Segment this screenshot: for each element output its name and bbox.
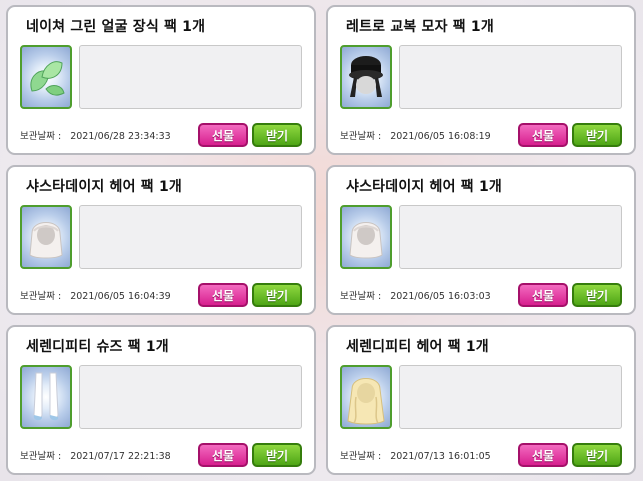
gift-button[interactable]: 선물: [198, 443, 248, 467]
storage-date-value: 2021/06/28 23:34:33: [70, 131, 171, 142]
item-icon-frame: [20, 365, 72, 429]
storage-date: 보관날짜 : 2021/06/05 16:08:19: [340, 128, 491, 142]
item-icon-frame: [20, 205, 72, 269]
storage-date: 보관날짜 : 2021/06/05 16:03:03: [340, 288, 491, 302]
item-icon-frame: [20, 45, 72, 109]
gift-button[interactable]: 선물: [198, 123, 248, 147]
item-description-box: [399, 205, 622, 269]
item-description-box: [399, 365, 622, 429]
white-hair-icon: [349, 222, 383, 259]
item-card: 네이쳐 그린 얼굴 장식 팩 1개 보관날짜 : 2021/06/28 23:3…: [6, 5, 316, 155]
item-name: 샤스타데이지 헤어 팩 1개: [346, 179, 502, 195]
gift-button[interactable]: 선물: [198, 283, 248, 307]
storage-date-value: 2021/06/05 16:04:39: [70, 291, 171, 302]
item-name: 샤스타데이지 헤어 팩 1개: [26, 179, 182, 195]
item-name: 세렌디피티 슈즈 팩 1개: [26, 339, 169, 355]
item-card: 샤스타데이지 헤어 팩 1개 보관날짜 : 2021/06/05 16:04:3…: [6, 165, 316, 315]
item-description-box: [399, 45, 622, 109]
item-description-box: [79, 45, 302, 109]
storage-date: 보관날짜 : 2021/06/28 23:34:33: [20, 128, 171, 142]
storage-date-value: 2021/06/05 16:08:19: [390, 131, 491, 142]
storage-date-label: 보관날짜 :: [20, 131, 62, 142]
storage-date-label: 보관날짜 :: [340, 291, 382, 302]
item-description-box: [79, 205, 302, 269]
storage-date: 보관날짜 : 2021/07/13 16:01:05: [340, 448, 491, 462]
item-card: 레트로 교복 모자 팩 1개 보관날짜 : 2021/06/05 16:08:1…: [326, 5, 636, 155]
item-name: 세렌디피티 헤어 팩 1개: [346, 339, 489, 355]
item-card: 세렌디피티 슈즈 팩 1개 보관날짜 : 2021/07/17 22:21:38…: [6, 325, 316, 475]
receive-button[interactable]: 받기: [572, 443, 622, 467]
gift-button[interactable]: 선물: [518, 443, 568, 467]
storage-date-value: 2021/06/05 16:03:03: [390, 291, 491, 302]
green-leaf-icon: [30, 61, 65, 96]
white-shoes-icon: [33, 372, 59, 421]
item-description-box: [79, 365, 302, 429]
receive-button[interactable]: 받기: [572, 123, 622, 147]
blonde-hair-icon: [347, 378, 385, 425]
storage-date-label: 보관날짜 :: [340, 451, 382, 462]
item-icon-frame: [340, 205, 392, 269]
storage-date-value: 2021/07/13 16:01:05: [390, 451, 491, 462]
black-hat-icon: [349, 56, 383, 97]
gift-button[interactable]: 선물: [518, 283, 568, 307]
item-card: 샤스타데이지 헤어 팩 1개 보관날짜 : 2021/06/05 16:03:0…: [326, 165, 636, 315]
item-icon-frame: [340, 45, 392, 109]
storage-date: 보관날짜 : 2021/07/17 22:21:38: [20, 448, 171, 462]
item-name: 레트로 교복 모자 팩 1개: [346, 19, 494, 35]
receive-button[interactable]: 받기: [252, 443, 302, 467]
receive-button[interactable]: 받기: [252, 123, 302, 147]
item-icon-frame: [340, 365, 392, 429]
storage-date-label: 보관날짜 :: [20, 451, 62, 462]
storage-date: 보관날짜 : 2021/06/05 16:04:39: [20, 288, 171, 302]
storage-date-label: 보관날짜 :: [340, 131, 382, 142]
item-name: 네이쳐 그린 얼굴 장식 팩 1개: [26, 19, 206, 35]
receive-button[interactable]: 받기: [572, 283, 622, 307]
storage-date-label: 보관날짜 :: [20, 291, 62, 302]
item-card: 세렌디피티 헤어 팩 1개 보관날짜 : 2021/07/13 16:01:05…: [326, 325, 636, 475]
white-hair-icon: [29, 222, 63, 259]
storage-date-value: 2021/07/17 22:21:38: [70, 451, 171, 462]
receive-button[interactable]: 받기: [252, 283, 302, 307]
gift-button[interactable]: 선물: [518, 123, 568, 147]
